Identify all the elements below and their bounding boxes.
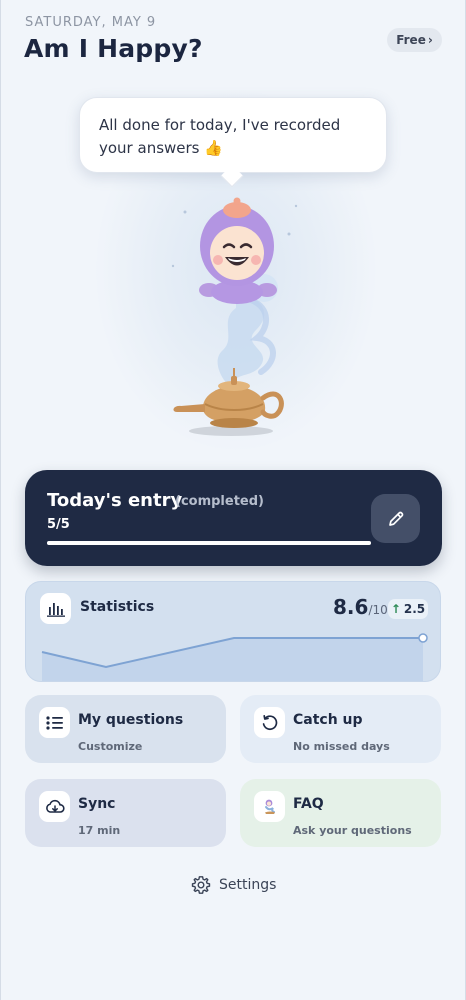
entry-title: Today's entry [47,490,183,511]
entry-status: (completed) [175,494,264,509]
sync-title: Sync [78,796,116,812]
genie-lamp-icon [171,197,298,436]
catch-up-subtitle: No missed days [293,740,390,753]
score-value: 8.6 [333,595,369,619]
pencil-icon [388,511,403,526]
catch-up-icon-box [254,707,285,738]
arrow-up-icon: ↑ [390,602,401,616]
faq-tile[interactable]: FAQ Ask your questions [240,779,441,847]
sync-tile[interactable]: Sync 17 min [25,779,226,847]
todays-entry-card[interactable]: Today's entry (completed) 5/5 [25,470,442,566]
catch-up-tile[interactable]: Catch up No missed days [240,695,441,763]
edit-entry-button[interactable] [371,494,420,543]
happiness-score: 8.6/10 [333,595,388,619]
page-title: Am I Happy? [24,34,203,63]
gear-icon [191,876,211,894]
catch-up-title: Catch up [293,712,363,728]
faq-icon-box [254,791,285,822]
trend-badge: ↑ 2.5 [388,599,428,619]
cloud-sync-icon [45,799,65,813]
settings-label: Settings [219,877,277,893]
chevron-right-icon: › [427,33,433,47]
entry-progress-fill [47,541,371,545]
date-label: SATURDAY, MAY 9 [25,15,157,30]
sync-subtitle: 17 min [78,824,121,837]
plan-label: Free [396,33,426,47]
statistics-card[interactable]: Statistics 8.6/10 ↑ 2.5 [25,581,441,682]
sparkline-last-point [418,633,428,643]
my-questions-title: My questions [78,712,184,728]
statistics-label: Statistics [80,599,155,615]
questions-icon-box [39,707,70,738]
settings-button[interactable]: Settings [191,873,276,897]
my-questions-subtitle: Customize [78,740,143,753]
sync-icon-box [39,791,70,822]
trend-value: 2.5 [403,602,426,616]
entry-progress-text: 5/5 [47,517,70,532]
score-denominator: /10 [368,603,388,617]
bubble-message: All done for today, I've recorded your a… [99,116,341,157]
history-icon [262,714,277,730]
statistics-sparkline [41,633,428,681]
app-screen: SATURDAY, MAY 9 Am I Happy? Free › All d… [0,0,466,1000]
my-questions-tile[interactable]: My questions Customize [25,695,226,763]
plan-button[interactable]: Free › [387,28,442,52]
genie-icon [264,799,275,814]
list-icon [45,715,63,730]
faq-subtitle: Ask your questions [293,824,412,837]
bar-chart-icon [46,602,65,617]
statistics-icon-box [40,593,71,624]
entry-progress-bar [47,541,371,545]
faq-title: FAQ [293,796,324,812]
speech-bubble: All done for today, I've recorded your a… [79,97,387,173]
sparkline-area [42,638,423,681]
